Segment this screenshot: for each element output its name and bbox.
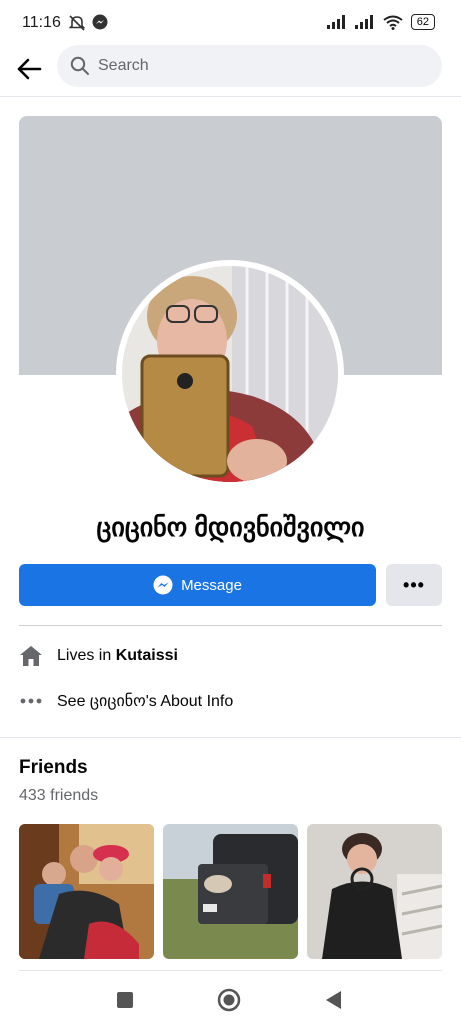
battery-icon: 62 [410,14,435,30]
profile-name: ციცინო მდივნიშვილი [96,512,365,542]
more-icon: ••• [403,574,425,595]
circle-home-icon [217,988,241,1012]
home-icon [19,645,43,667]
status-time: 11:16 [22,14,61,31]
ellipsis-icon [19,697,43,705]
search-icon [70,56,89,75]
friend-photo[interactable] [163,824,298,959]
about-info-label: See ციცინო's About Info [57,693,234,710]
square-icon [117,992,133,1008]
lives-in-label: Lives in [57,647,116,664]
about-info-row[interactable]: See ციცინო's About Info [19,691,233,711]
back-arrow-icon[interactable] [16,56,42,82]
friend-photo[interactable] [307,824,442,959]
back-button[interactable] [319,986,347,1014]
more-options-button[interactable]: ••• [386,564,442,606]
section-divider [19,625,442,626]
signal-icon [326,15,345,29]
friend-photo[interactable] [19,824,154,959]
profile-picture[interactable] [116,260,344,488]
message-button[interactable]: Message [19,564,376,606]
section-divider [19,970,442,971]
search-input[interactable]: Search [57,45,442,87]
home-button[interactable] [215,986,243,1014]
section-separator [0,737,461,738]
message-button-label: Message [181,576,242,594]
wifi-icon [383,15,403,30]
friends-heading: Friends [19,757,88,778]
friends-count[interactable]: 433 friends [19,787,98,805]
triangle-back-icon [326,991,341,1009]
mute-icon [68,15,86,31]
lives-in-row: Lives in Kutaissi [19,645,178,667]
messenger-notification-icon [92,14,108,30]
signal-icon-2 [354,15,373,29]
lives-in-city[interactable]: Kutaissi [116,647,178,664]
status-bar: 11:16 62 [0,0,461,44]
search-placeholder: Search [98,57,149,74]
recents-button[interactable] [111,986,139,1014]
profile-picture-image [122,266,338,482]
top-bar: Search [0,44,461,97]
system-nav-bar [0,976,461,1024]
messenger-icon [153,575,173,595]
